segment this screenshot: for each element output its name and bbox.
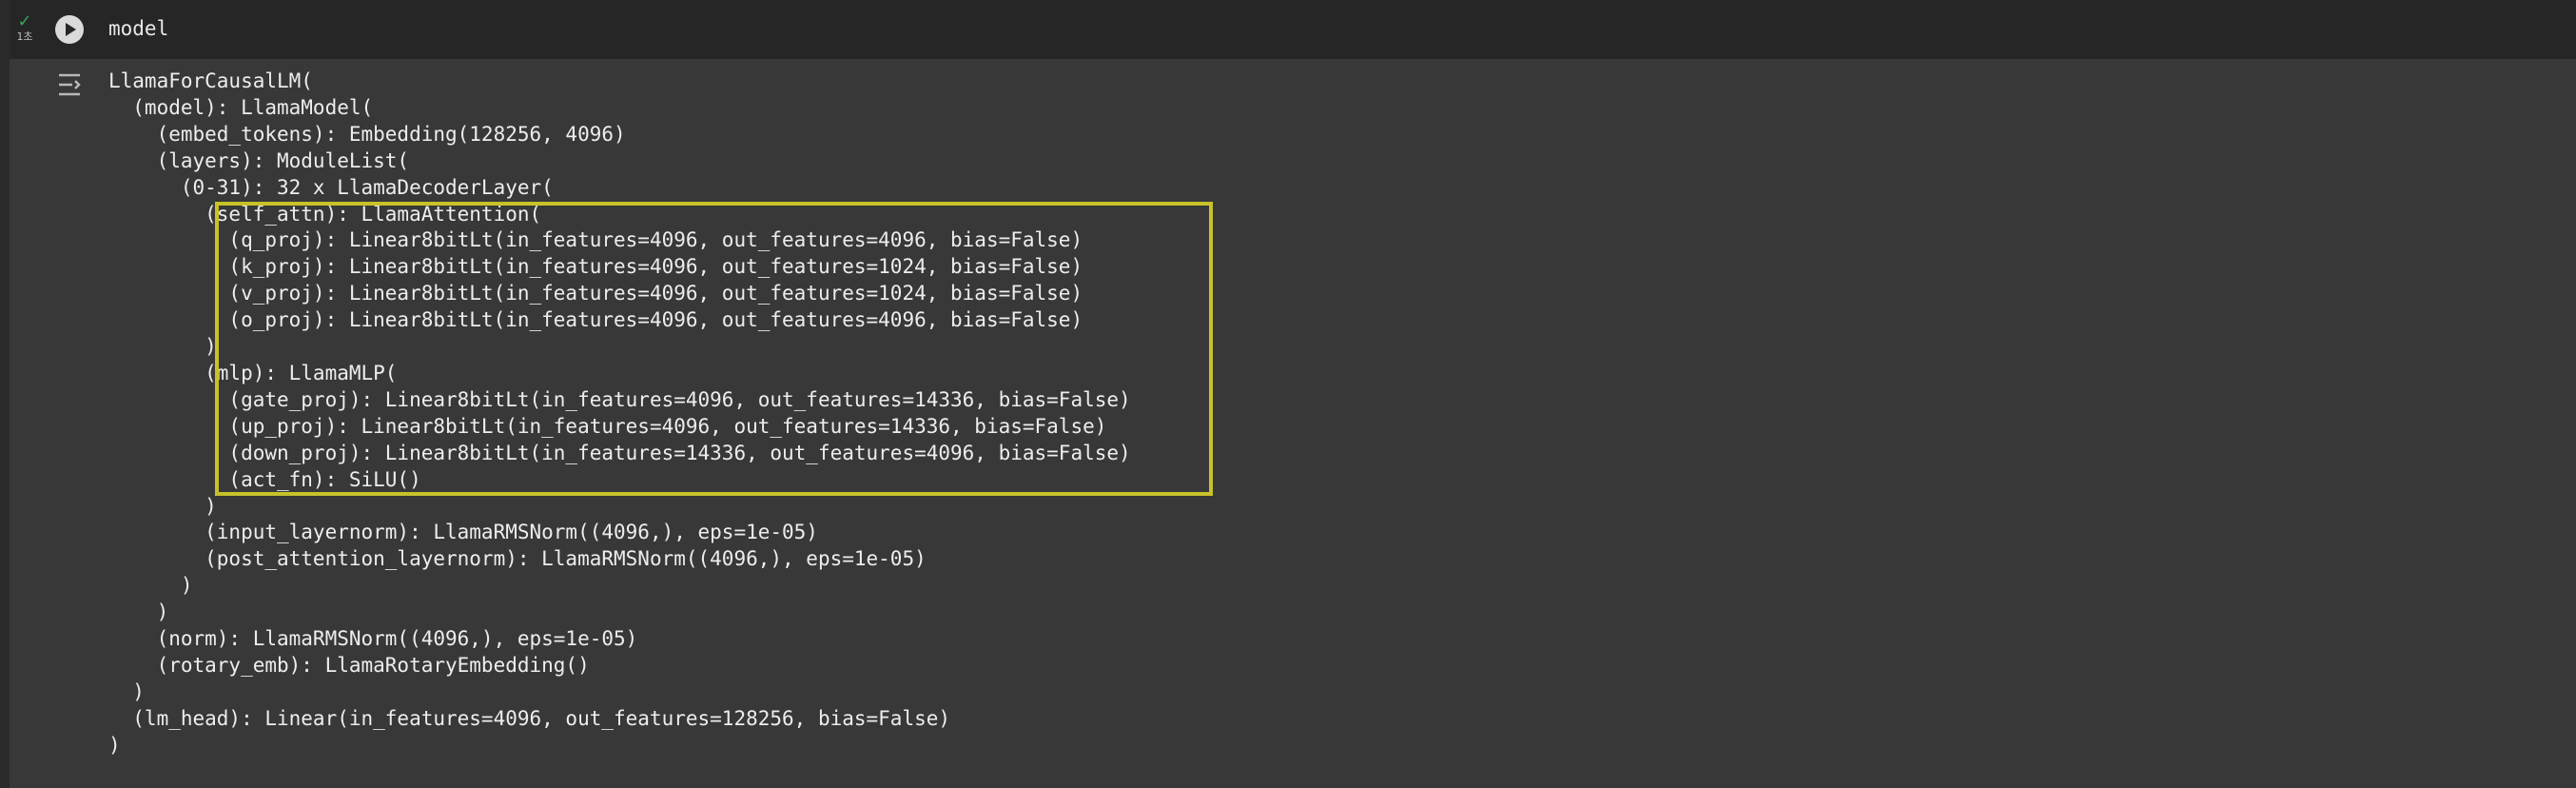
code-cell-input-area[interactable] [10,0,2576,59]
output-line: ) [108,680,145,703]
output-line: (norm): LlamaRMSNorm((4096,), eps=1e-05) [108,627,638,651]
output-menu-icon [59,73,81,96]
output-actions-icon[interactable] [53,69,86,101]
output-line: (post_attention_layernorm): LlamaRMSNorm… [108,547,927,571]
run-cell-button[interactable] [55,15,84,44]
output-line: (rotary_emb): LlamaRotaryEmbedding() [108,653,590,677]
output-line: ) [108,601,169,624]
cell-gutter [0,0,10,788]
execution-time: 1초 [16,30,33,43]
execution-status: ✓ 1초 [11,13,38,44]
output-line: (model): LlamaModel( [108,95,374,119]
output-line: ) [108,733,121,757]
output-line: ) [108,335,217,359]
output-line: LlamaForCausalLM( [108,69,313,92]
output-line: ) [108,574,193,598]
output-line: (input_layernorm): LlamaRMSNorm((4096,),… [108,521,818,544]
output-line: (embed_tokens): Embedding(128256, 4096) [108,122,626,146]
output-line: (lm_head): Linear(in_features=4096, out_… [108,706,951,730]
play-icon [66,23,76,36]
output-line: (0-31): 32 x LlamaDecoderLayer( [108,175,554,199]
output-line: ) [108,494,217,518]
code-input[interactable]: model [108,15,168,42]
check-icon: ✓ [17,11,32,31]
highlight-box [215,202,1213,496]
output-line: (layers): ModuleList( [108,148,410,172]
